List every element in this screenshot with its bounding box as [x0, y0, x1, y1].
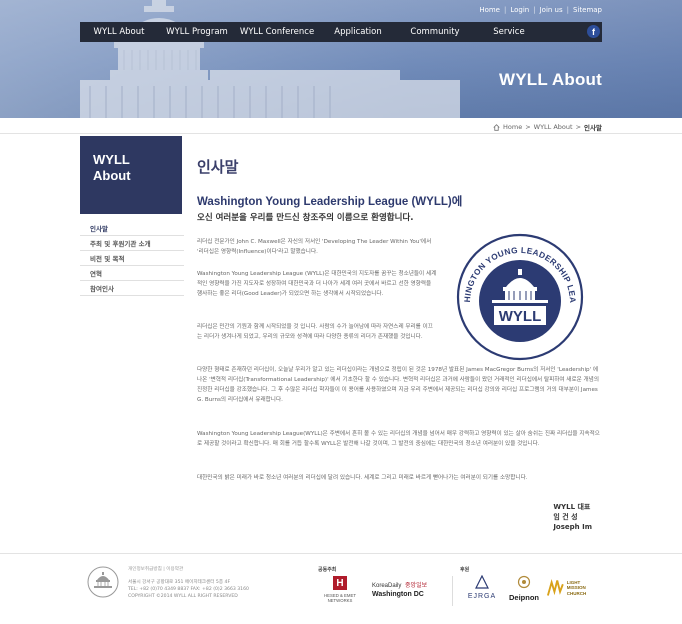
koreadaily-text: KoreaDaily 중앙일보 — [372, 580, 442, 589]
paragraph: 리더십 전문가인 John C. Maxwell은 자신의 저서인 'Devel… — [197, 239, 432, 255]
nav-wyll-conference[interactable]: WYLL Conference — [236, 27, 318, 37]
sign-role: WYLL 대표 — [553, 503, 591, 511]
nav-community[interactable]: Community — [398, 27, 472, 37]
hero-banner: Home | Login | Join us | Sitemap WYLL Ab… — [0, 0, 682, 118]
nav-application[interactable]: Application — [318, 27, 398, 37]
sponsor-hesed-name: HESED & EMET NETWORKS — [324, 593, 356, 603]
util-sep: | — [503, 6, 507, 14]
util-link-login[interactable]: Login — [510, 6, 529, 14]
koreadaily-dc: Washington DC — [372, 591, 424, 598]
footer-info: 개인정보취급방침 | 이용약관 서울시 강서구 공항대로 351 에이치테크센터… — [128, 566, 249, 600]
paragraph: 리더십은 민간의 기원과 함께 시작되었을 것 입니다. 사람의 수가 늘어남에… — [197, 324, 433, 340]
paragraph: 다양한 형태로 존재하던 리더십이, 오늘날 우리가 알고 있는 리더십이라는 … — [197, 367, 599, 403]
koreadaily-ko: 중앙일보 — [405, 583, 428, 589]
main-nav: WYLL About WYLL Program WYLL Conference … — [80, 22, 602, 42]
seal-center-text: WYLL — [499, 308, 542, 325]
util-link-home[interactable]: Home — [479, 6, 500, 14]
side-menu-item-greeting[interactable]: 인사말 — [80, 221, 184, 236]
lmc-text: LIGHT MISSION CHURCH — [567, 580, 604, 597]
util-link-sitemap[interactable]: Sitemap — [573, 6, 602, 14]
sign-name-ko: 임 건 성 — [553, 513, 578, 521]
side-menu-title: WYLL About — [93, 152, 131, 184]
side-menu-title-line1: WYLL — [93, 152, 130, 167]
side-menu: 인사말 주최 및 후원기관 소개 비전 및 목적 연혁 참여인사 — [80, 221, 184, 296]
footer-support-label: 후원 — [460, 567, 470, 573]
footer-capitol-logo — [87, 566, 119, 598]
footer-links[interactable]: 개인정보취급방침 | 이용약관 — [128, 566, 249, 573]
capitol-building-image — [80, 0, 460, 118]
ejrga-mark-icon — [475, 574, 489, 589]
side-menu-item-vision[interactable]: 비전 및 목적 — [80, 251, 184, 266]
nav-wyll-program[interactable]: WYLL Program — [158, 27, 236, 37]
side-menu-item-organizers[interactable]: 주최 및 후원기관 소개 — [80, 236, 184, 251]
util-sep: | — [566, 6, 569, 14]
facebook-icon[interactable]: f — [587, 25, 600, 38]
side-menu-title-line2: About — [93, 168, 131, 183]
nav-service[interactable]: Service — [472, 27, 546, 37]
ejrga-text: EJRGA — [467, 593, 497, 600]
breadcrumb-section[interactable]: WYLL About — [534, 123, 573, 131]
signature-block: WYLL 대표 임 건 성 Joseph Im — [553, 502, 592, 532]
welcome-subtitle: 오신 여러분을 우리를 만드신 창조주의 이름으로 환영합니다. — [197, 213, 414, 223]
home-icon[interactable] — [493, 123, 500, 131]
footer-vdivider — [452, 576, 453, 606]
koreadaily-en: KoreaDaily — [372, 583, 402, 589]
sign-name-en: Joseph Im — [553, 523, 592, 531]
footer-divider — [0, 553, 682, 554]
footer-copyright: COPYRIGHT ©2014 WYLL ALL RIGHT RESERVED — [128, 594, 238, 599]
sponsor-deipnon-logo[interactable]: Deipnon — [504, 574, 544, 602]
divider — [0, 133, 682, 134]
breadcrumb-home[interactable]: Home — [503, 123, 522, 131]
hesed-mark-icon: H — [333, 576, 347, 590]
breadcrumb: Home > WYLL About > 인사말 — [493, 122, 602, 132]
page-title: WYLL About — [498, 70, 602, 89]
breadcrumb-sep: > — [525, 123, 531, 131]
paragraph: Washington Young Leadership League (WYLL… — [197, 271, 437, 297]
sponsor-koreadaily-logo[interactable]: KoreaDaily 중앙일보 Washington DC — [372, 580, 442, 598]
utility-links: Home | Login | Join us | Sitemap — [479, 6, 602, 14]
breadcrumb-current: 인사말 — [584, 124, 602, 132]
wyll-seal-logo: WASHINGTON YOUNG LEADERSHIP LEAGUE WYLL — [454, 231, 584, 361]
deipnon-mark-icon — [517, 575, 531, 589]
util-link-join[interactable]: Join us — [540, 6, 563, 14]
lmc-text-line2: MISSION CHURCH — [566, 585, 587, 596]
sponsor-ejrga-logo[interactable]: EJRGA — [462, 574, 502, 600]
util-sep: | — [533, 6, 536, 14]
side-menu-item-participants[interactable]: 참여인사 — [80, 281, 184, 296]
footer-address: 서울시 강서구 공항대로 351 에이치테크센터 5층 4F — [128, 580, 231, 585]
side-menu-header: WYLL About — [80, 136, 182, 214]
sponsor-lmc-logo[interactable]: LIGHT MISSION CHURCH — [546, 578, 604, 598]
nav-wyll-about[interactable]: WYLL About — [80, 27, 158, 37]
paragraph: Washington Young Leadership League(WYLL)… — [197, 431, 600, 447]
side-menu-item-history[interactable]: 연혁 — [80, 266, 184, 281]
lmc-mark-icon — [546, 579, 564, 596]
paragraph: 대한민국의 밝은 미래가 바로 청소년 여러분의 리더십에 달려 있습니다. 세… — [197, 475, 528, 481]
sponsor-hesed-logo[interactable]: H HESED & EMET NETWORKS — [318, 576, 362, 612]
welcome-title: Washington Young Leadership League (WYLL… — [197, 196, 463, 208]
deipnon-text: Deipnon — [509, 593, 539, 602]
breadcrumb-sep: > — [575, 123, 582, 131]
content-heading: 인사말 — [197, 158, 239, 176]
footer-host-label: 공동주최 — [318, 567, 337, 573]
footer-phone: TEL: +82 (0)70 4349 8837 FAX: +82 (0)2 3… — [128, 587, 249, 592]
